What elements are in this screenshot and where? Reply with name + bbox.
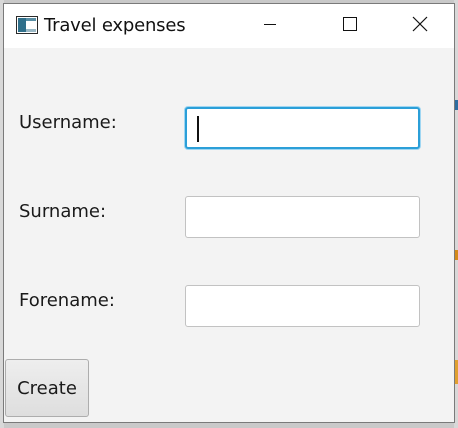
minimize-button[interactable] (236, 4, 304, 48)
username-label: Username: (19, 112, 117, 133)
create-button[interactable]: Create (5, 359, 89, 417)
close-button[interactable] (386, 4, 454, 48)
app-window-icon (16, 16, 38, 34)
surname-field-wrapper[interactable] (185, 196, 420, 238)
username-field-wrapper[interactable] (185, 107, 420, 149)
maximize-button[interactable] (316, 4, 384, 48)
surname-field[interactable] (186, 197, 419, 237)
forename-label: Forename: (19, 290, 115, 311)
minimize-icon (262, 16, 278, 37)
forename-field[interactable] (186, 286, 419, 326)
close-icon (411, 15, 429, 38)
app-window: Travel expenses Username: Surname: Foren… (3, 3, 455, 423)
window-title: Travel expenses (44, 15, 186, 36)
title-bar[interactable]: Travel expenses (4, 4, 454, 48)
username-field[interactable] (187, 109, 418, 147)
surname-label: Surname: (19, 201, 107, 222)
forename-field-wrapper[interactable] (185, 285, 420, 327)
maximize-icon (342, 16, 358, 37)
text-caret (197, 116, 199, 142)
